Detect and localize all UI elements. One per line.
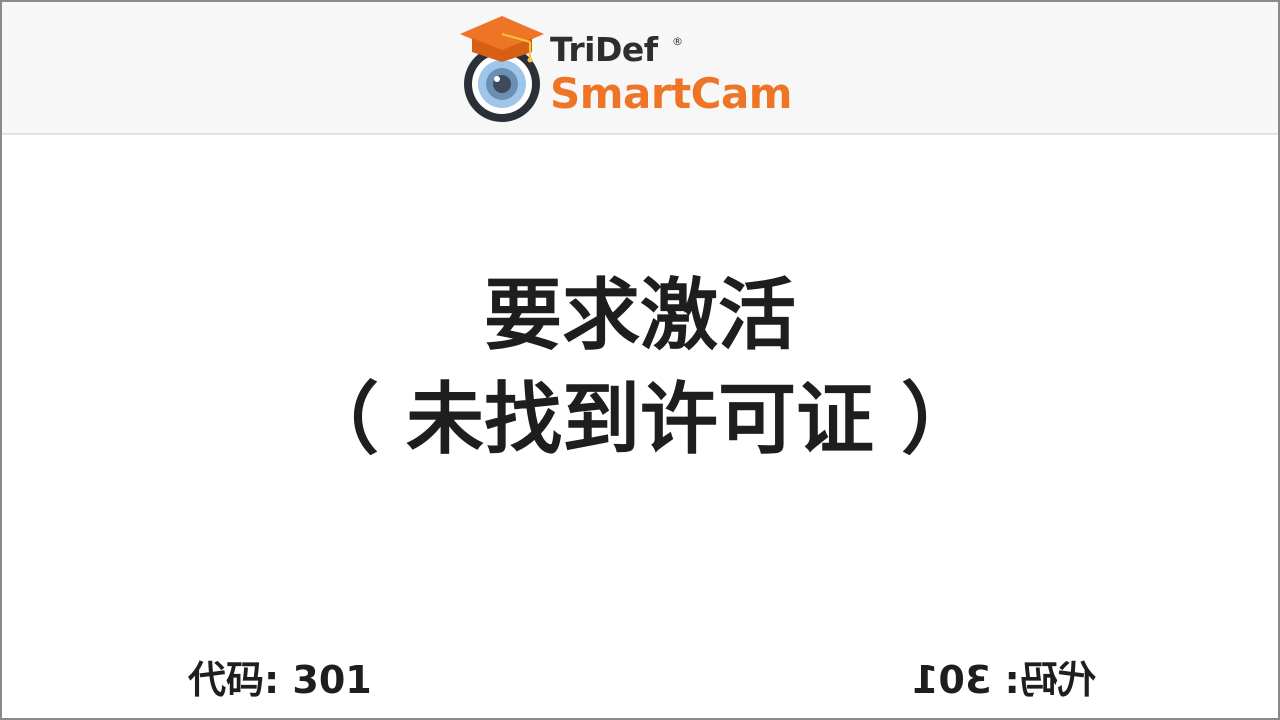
activation-required-title: 要求激活 [483,271,796,361]
activation-message: 要求激活 （ 未找到许可证 ） [2,264,1278,472]
brand-name-smartcam: SmartCam [550,69,793,118]
graduation-cap-webcam-icon [460,16,544,122]
header-bar: TriDef ® SmartCam [2,2,1278,135]
activation-screen: TriDef ® SmartCam 要求激活 （ 未找到许可证 ） 代码: 30… [0,0,1280,720]
license-not-found-subtitle: （ 未找到许可证 ） [300,375,980,465]
error-code-label-mirrored: 代码: 301 [912,658,1096,702]
error-code-label: 代码: 301 [188,658,372,702]
tridef-smartcam-logo: TriDef ® SmartCam [458,14,828,124]
brand-name-tridef: TriDef [550,30,658,69]
registered-mark: ® [672,35,683,48]
error-code-mirrored-container: 代码: 301 [912,654,1096,706]
